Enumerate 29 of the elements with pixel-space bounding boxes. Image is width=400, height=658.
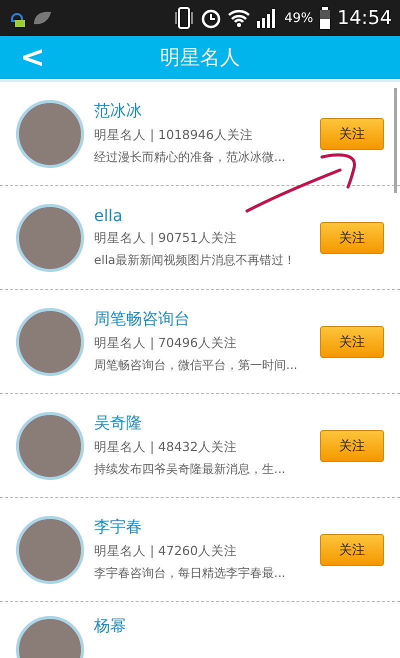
celebrity-name: 杨幂 [94,616,127,637]
wifi-icon [228,9,250,27]
follower-info: 明星名人 | 1018946人关注 [94,127,254,144]
follow-button[interactable]: 关注 [320,534,384,566]
celebrity-name: 范冰冰 [94,101,143,122]
description-text: 持续发布四爷吴奇隆最新消息，生... [94,461,286,478]
clock-time: 14:54 [337,7,392,29]
alarm-icon [200,7,222,29]
celebrity-name: 李宇春 [94,517,143,538]
description-text: 李宇春咨询台，每日精选李宇春最... [94,565,286,582]
page-title: 明星名人 [159,44,241,71]
celebrity-name: ella [94,206,124,225]
follow-button[interactable]: 关注 [320,430,384,462]
battery-icon [319,7,332,29]
description-text: 周笔畅咨询台，微信平台，第一时间... [94,357,298,374]
follower-info: 明星名人 | 70496人关注 [94,335,238,352]
follower-info: 明星名人 | 47260人关注 [94,543,238,560]
follow-button[interactable]: 关注 [320,222,384,254]
follower-info: 明星名人 | 90751人关注 [94,230,238,247]
follow-button[interactable]: 关注 [320,118,384,150]
follow-button[interactable]: 关注 [320,326,384,358]
follower-info: 明星名人 | 48432人关注 [94,439,238,456]
celebrity-name: 吴奇隆 [94,413,143,434]
celebrity-name: 周笔畅咨询台 [94,309,191,330]
description-text: ella最新新闻视频图片消息不再错过！ [94,252,296,269]
leaf-icon [32,10,52,26]
vibrate-icon [174,6,194,30]
description-text: 经过漫长而精心的准备，范冰冰微... [94,149,286,166]
battery-percent: 49% [284,10,314,26]
